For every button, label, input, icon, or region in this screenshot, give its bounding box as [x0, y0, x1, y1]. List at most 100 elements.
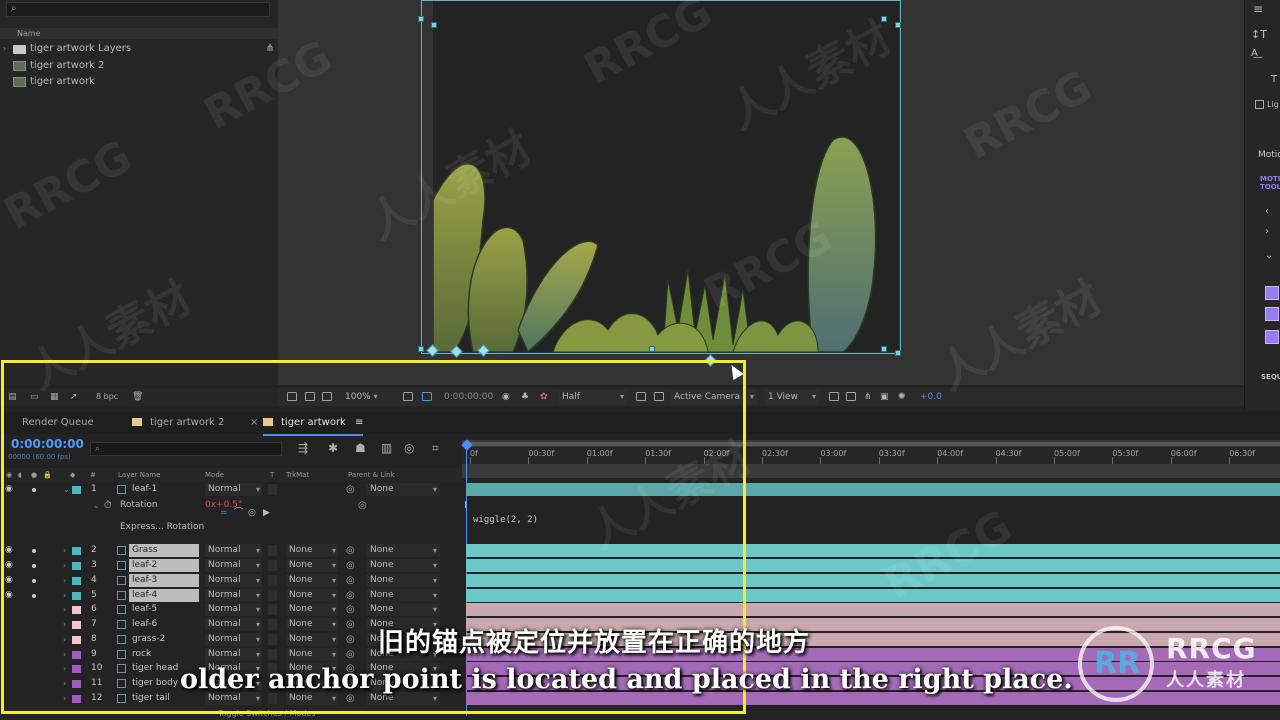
solo-dot-icon[interactable] [32, 579, 36, 583]
blend-mode-select[interactable]: Normal ▾ [205, 559, 262, 572]
video-switch-icon[interactable]: ◉ [6, 468, 12, 482]
fast-previews-icon[interactable] [636, 392, 646, 401]
toggle-pixel-aspect-icon[interactable] [829, 392, 839, 401]
expression-language-menu-icon[interactable]: ▶ [263, 506, 270, 521]
anchor-point-icon[interactable] [704, 354, 717, 367]
project-column-header[interactable]: Name [0, 28, 278, 39]
chevron-left-icon[interactable]: ‹ [1265, 206, 1269, 217]
view-layout-select[interactable]: 1 View ▾ [765, 390, 819, 404]
visibility-eye-icon[interactable]: ◉ [5, 543, 13, 558]
expand-arrow-icon[interactable]: › [3, 41, 6, 57]
grid-icon[interactable] [403, 392, 413, 401]
transform-handle[interactable] [881, 16, 887, 22]
audio-switch-icon[interactable]: ◖ [18, 468, 22, 482]
always-preview-icon[interactable] [287, 392, 297, 401]
label-color-swatch[interactable] [72, 636, 81, 644]
expression-pickwhip-icon[interactable]: ◎ [248, 506, 256, 521]
layer-duration-bar[interactable] [466, 544, 1280, 557]
expand-arrow-icon[interactable]: › [63, 691, 66, 706]
motion-blur-icon[interactable]: ◎ [404, 441, 414, 455]
label-color-swatch[interactable] [72, 606, 81, 614]
parent-select[interactable]: None ▾ [366, 544, 440, 557]
expand-arrow-icon[interactable]: › [63, 543, 66, 558]
expand-arrow-icon[interactable]: ⌄ [63, 482, 70, 497]
solo-dot-icon[interactable] [32, 549, 36, 553]
transform-handle[interactable] [895, 22, 901, 28]
exposure-value[interactable]: +0.0 [920, 388, 942, 406]
visibility-eye-icon[interactable]: ◉ [5, 482, 13, 497]
blend-mode-select[interactable]: Normal ▾ [205, 603, 262, 616]
blend-mode-select[interactable]: Normal ▾ [205, 544, 262, 557]
parent-select[interactable]: None ▾ [366, 559, 440, 572]
text-tool-icon[interactable]: T [1271, 74, 1277, 85]
parent-pickwhip-icon[interactable]: ◎ [346, 647, 355, 662]
track-matte-select[interactable]: None ▾ [286, 603, 338, 616]
solo-dot-icon[interactable] [32, 564, 36, 568]
expand-arrow-icon[interactable]: › [63, 588, 66, 603]
preserve-transparency-toggle[interactable] [268, 619, 277, 630]
time-navigator-range[interactable] [465, 442, 1280, 446]
blend-mode-select[interactable]: Normal ▾ [205, 618, 262, 631]
reset-exposure-icon[interactable] [846, 392, 856, 401]
camera-select[interactable]: Active Camera ▾ [671, 390, 757, 404]
tracking-icon[interactable]: A͟ [1251, 48, 1258, 59]
blend-mode-select[interactable]: Normal ▾ [205, 589, 262, 602]
parent-pickwhip-icon[interactable]: ◎ [346, 632, 355, 647]
preserve-transparency-toggle[interactable] [268, 634, 277, 645]
shy-layers-icon[interactable]: ☗ [355, 441, 366, 455]
chevron-down-icon[interactable]: ⌄ [1265, 250, 1273, 261]
mode-header[interactable]: Mode [205, 468, 224, 482]
frame-blending-icon[interactable]: ▥ [381, 441, 392, 455]
layer-row[interactable]: ◉ › 2 Grass Normal ▾ None ▾ ◎ None ▾ [0, 543, 462, 558]
expand-arrow-icon[interactable]: › [63, 558, 66, 573]
track-matte-select[interactable]: None ▾ [286, 559, 338, 572]
expand-arrow-icon[interactable]: ⌄ [93, 498, 100, 513]
label-color-swatch[interactable] [72, 621, 81, 629]
layer-row[interactable]: › 6 leaf-5 Normal ▾ None ▾ ◎ None ▾ [0, 602, 462, 617]
timeline-search-input[interactable]: ⌕ [90, 442, 282, 456]
3d-renderer-icon[interactable]: ▣ [880, 388, 889, 406]
motion-tool-button[interactable] [1265, 330, 1279, 344]
blend-mode-select[interactable]: Normal ▾ [205, 483, 262, 496]
tab-menu-icon[interactable]: ≡ [355, 417, 363, 428]
layer-name[interactable]: leaf-5 [129, 603, 199, 616]
preserve-transparency-toggle[interactable] [268, 604, 277, 615]
composition-viewer[interactable] [278, 0, 1244, 385]
flowchart-icon[interactable]: ⋔ [266, 41, 274, 57]
layer-name[interactable]: leaf-6 [129, 618, 199, 631]
preserve-transparency-toggle[interactable] [268, 649, 277, 660]
chevron-right-icon[interactable]: › [1265, 226, 1269, 237]
flowchart-icon[interactable]: ⋔ [864, 388, 872, 406]
parent-pickwhip-icon[interactable]: ◎ [346, 573, 355, 588]
snapshot-icon[interactable]: ◉ [502, 388, 510, 406]
layer-name[interactable]: Grass [129, 544, 199, 557]
layer-duration-bar[interactable] [466, 603, 1280, 616]
track-matte-select[interactable]: None ▾ [286, 589, 338, 602]
stopwatch-icon[interactable]: ⏱ [104, 498, 112, 513]
graph-editor-icon[interactable]: ⌗ [432, 441, 439, 456]
solo-dot-icon[interactable] [32, 488, 36, 492]
label-tag-icon[interactable]: ◆ [70, 468, 75, 482]
interpret-footage-icon[interactable]: ▤ [8, 388, 17, 406]
layer-name[interactable]: leaf-3 [129, 574, 199, 587]
project-item-layers-folder[interactable]: › tiger artwork Layers ⋔ [0, 41, 278, 57]
track-matte-select[interactable]: None ▾ [286, 574, 338, 587]
project-item-comp[interactable]: tiger artwork [0, 74, 278, 90]
preserve-transparency-toggle[interactable] [268, 484, 277, 495]
t-header[interactable]: T [270, 468, 274, 482]
layer-row[interactable]: ◉ › 4 leaf-3 Normal ▾ None ▾ ◎ None ▾ [0, 573, 462, 588]
parent-pickwhip-icon[interactable]: ◎ [346, 558, 355, 573]
zoom-select[interactable]: 100% ▾ [342, 390, 378, 404]
close-tab-icon[interactable]: × [250, 412, 258, 434]
layer-row[interactable]: ◉ › 5 leaf-4 Normal ▾ None ▾ ◎ None ▾ [0, 588, 462, 603]
label-color-swatch[interactable] [72, 486, 81, 494]
trkmat-header[interactable]: TrkMat [286, 468, 309, 482]
region-of-interest-icon[interactable] [422, 392, 432, 401]
layer-name-header[interactable]: Layer Name [118, 468, 160, 482]
hamburger-menu-icon[interactable]: ≡ [1253, 2, 1263, 16]
lock-switch-icon[interactable]: 🔒 [43, 468, 52, 482]
visibility-eye-icon[interactable]: ◉ [5, 573, 13, 588]
expression-graph-icon[interactable]: ⌒ [234, 506, 243, 521]
font-size-icon[interactable]: ↕T [1251, 28, 1267, 41]
label-color-swatch[interactable] [72, 577, 81, 585]
